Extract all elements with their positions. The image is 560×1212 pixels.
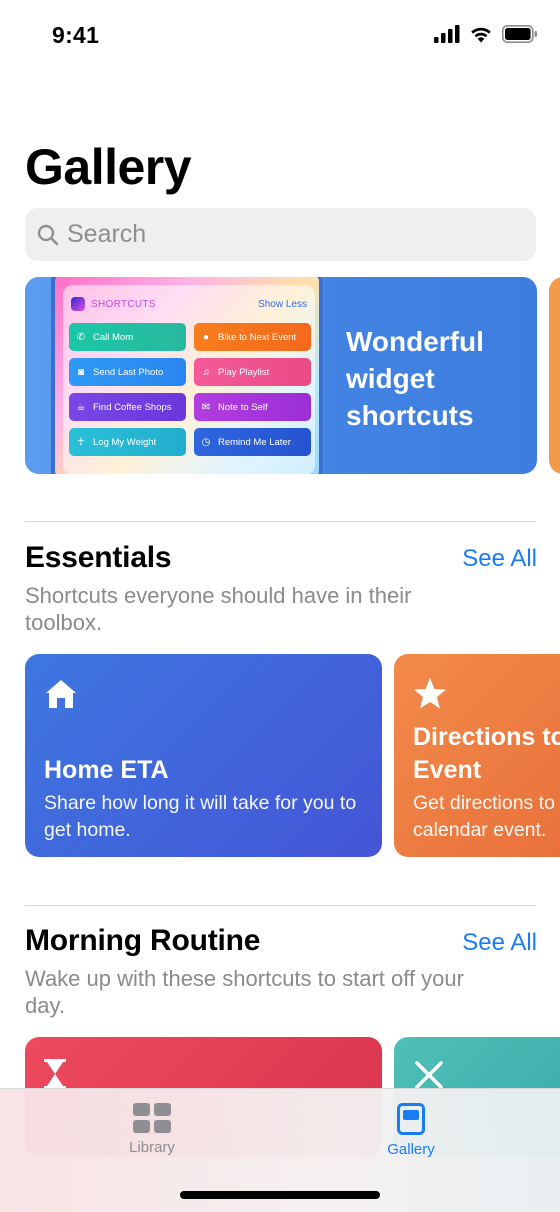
wifi-icon <box>471 27 491 43</box>
widget-action: ☕ Find Coffee Shops <box>69 393 186 421</box>
widget-actions: ✆ Call Mom ● Bike to Next Event ◙ Send L… <box>69 323 311 456</box>
hero-card-widget-shortcuts[interactable]: SHORTCUTS Show Less ✆ Call Mom ● Bike to… <box>25 277 537 474</box>
section-subtitle-essentials: Shortcuts everyone should have in their … <box>25 583 412 635</box>
widget-action: ♫ Play Playlist <box>194 358 311 386</box>
tab-label: Library <box>129 1139 175 1156</box>
shortcuts-widget: SHORTCUTS Show Less ✆ Call Mom ● Bike to… <box>63 285 315 474</box>
grid-icon <box>133 1103 171 1133</box>
shortcut-card-home-eta[interactable]: Home ETA Share how long it will take for… <box>25 654 382 857</box>
phone-icon: ✆ <box>76 331 86 343</box>
card-title: Directions to <box>413 723 560 751</box>
search-icon <box>37 224 59 245</box>
cellular-signal-icon <box>434 25 460 43</box>
camera-icon: ◙ <box>77 366 85 378</box>
card-description: Share how long it will take for you to g… <box>44 792 357 841</box>
widget-app-label: SHORTCUTS <box>91 298 156 310</box>
widget-action: ◷ Remind Me Later <box>194 428 311 456</box>
widget-action: ✉ Note to Self <box>194 393 311 421</box>
house-icon <box>46 680 76 708</box>
card-title-line2: Event <box>413 756 482 784</box>
widget-action: ● Bike to Next Event <box>194 323 311 351</box>
tab-label: Gallery <box>387 1141 435 1158</box>
page-title: Gallery <box>25 139 192 195</box>
tab-library[interactable]: Library <box>97 1103 207 1156</box>
envelope-icon: ✉ <box>201 401 211 413</box>
see-all-essentials-link[interactable]: See All <box>462 545 537 573</box>
music-note-icon: ♫ <box>202 366 210 378</box>
widget-action: ☥ Log My Weight <box>69 428 186 456</box>
status-time: 9:41 <box>52 22 100 48</box>
hero-card-next-peek[interactable] <box>549 277 560 474</box>
location-pin-icon: ● <box>202 331 210 343</box>
section-divider <box>25 521 536 522</box>
status-bar: 9:41 <box>0 0 560 70</box>
widget-action: ◙ Send Last Photo <box>69 358 186 386</box>
shortcuts-app-icon <box>71 297 85 311</box>
section-divider <box>25 905 536 906</box>
home-indicator[interactable] <box>180 1191 380 1199</box>
hourglass-icon <box>44 1059 66 1089</box>
see-all-morning-routine-link[interactable]: See All <box>462 929 537 957</box>
coffee-cup-icon: ☕ <box>76 401 86 413</box>
card-description: Get directions to calendar event. <box>413 792 555 841</box>
shortcut-card-directions-to-event[interactable]: Directions to Event Get directions to ca… <box>394 654 560 857</box>
phone-illustration: SHORTCUTS Show Less ✆ Call Mom ● Bike to… <box>51 277 323 474</box>
hero-illustration: SHORTCUTS Show Less ✆ Call Mom ● Bike to… <box>25 277 325 474</box>
star-icon <box>414 678 446 709</box>
tab-gallery[interactable]: Gallery <box>356 1103 466 1158</box>
card-title: Home ETA <box>44 756 169 784</box>
status-icons <box>434 25 538 43</box>
gallery-icon <box>397 1103 425 1135</box>
search-placeholder: Search <box>67 220 147 248</box>
widget-show-less: Show Less <box>258 298 307 310</box>
section-title-morning-routine: Morning Routine <box>25 924 261 957</box>
clock-icon: ◷ <box>201 436 211 448</box>
widget-header: SHORTCUTS Show Less <box>71 293 307 315</box>
person-icon: ☥ <box>77 436 85 448</box>
hero-title: Wonderful widget shortcuts <box>346 326 484 431</box>
section-subtitle-morning-routine: Wake up with these shortcuts to start of… <box>25 966 464 1018</box>
section-title-essentials: Essentials <box>25 541 172 574</box>
battery-icon <box>502 25 537 43</box>
fork-knife-icon <box>415 1061 443 1089</box>
search-input[interactable]: Search <box>25 208 536 261</box>
featured-carousel[interactable]: SHORTCUTS Show Less ✆ Call Mom ● Bike to… <box>25 277 560 474</box>
widget-action: ✆ Call Mom <box>69 323 186 351</box>
